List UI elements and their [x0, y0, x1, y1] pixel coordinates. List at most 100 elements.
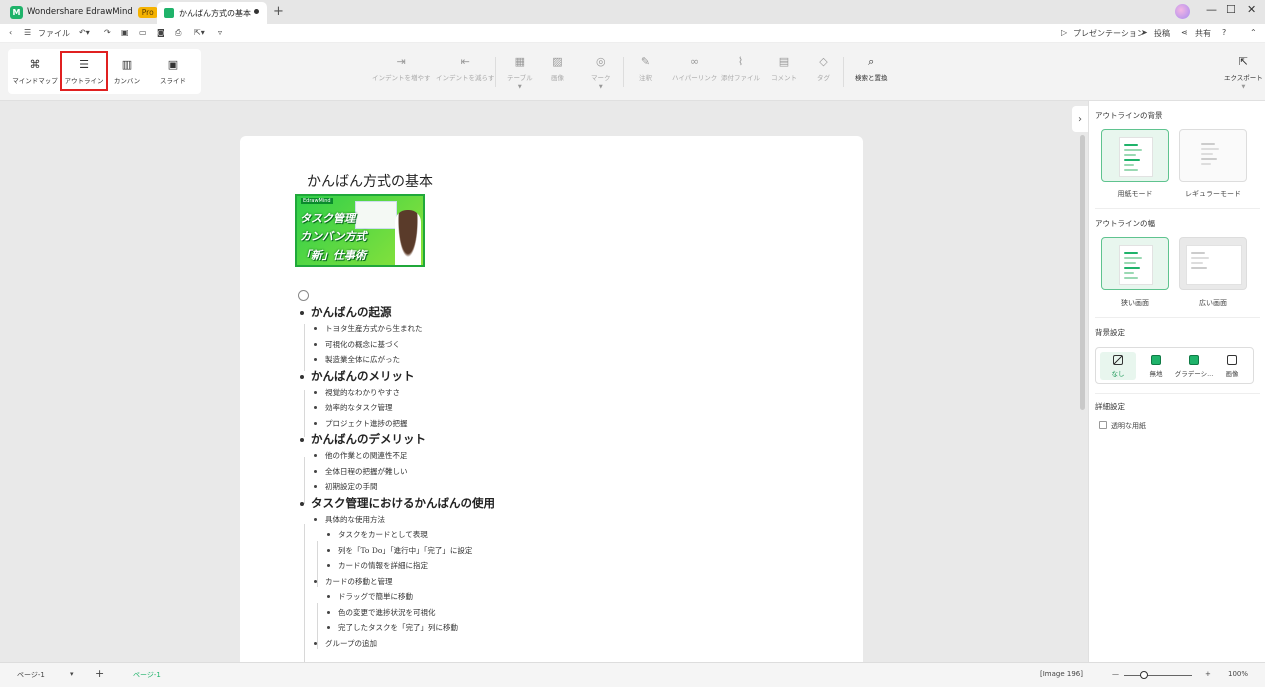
- zoom-slider-track[interactable]: [1124, 675, 1192, 676]
- paper-mode-card[interactable]: [1101, 129, 1169, 182]
- close-button[interactable]: ✕: [1247, 3, 1256, 16]
- hamburger-icon[interactable]: ☰: [24, 28, 31, 37]
- outline-subtopic[interactable]: 効率的なタスク管理: [298, 400, 818, 416]
- image-button[interactable]: ▨ 画像: [551, 55, 564, 82]
- export-button[interactable]: ⇱ エクスポート ▼: [1224, 55, 1263, 90]
- outline-subtopic-item[interactable]: 完了したタスクを「完了」列に移動: [298, 620, 818, 636]
- outline-background-title: アウトラインの背景: [1095, 111, 1163, 120]
- tag-label: タグ: [817, 74, 830, 82]
- open-folder-icon[interactable]: ▭: [139, 28, 147, 37]
- tag-button[interactable]: ◇ タグ: [817, 55, 830, 82]
- outline-subtopic[interactable]: 他の作業との関連性不足: [298, 448, 818, 464]
- outline-topic[interactable]: かんばんのデメリット: [298, 431, 818, 448]
- presentation-icon[interactable]: ▷: [1061, 28, 1067, 37]
- print-icon[interactable]: ⎙: [175, 28, 181, 38]
- publish-icon[interactable]: ➤: [1141, 28, 1148, 37]
- canvas-scrollbar[interactable]: [1080, 135, 1085, 410]
- redo-icon[interactable]: ↷: [104, 28, 111, 37]
- save-icon[interactable]: ◙: [157, 28, 165, 37]
- unsaved-dot-icon[interactable]: [254, 9, 259, 14]
- document-tab-icon: [164, 8, 174, 18]
- find-replace-button[interactable]: ⌕ 検索と置換: [855, 55, 888, 82]
- outline-subtopic[interactable]: カードの移動と管理: [298, 574, 818, 590]
- page-select[interactable]: ページ-1: [17, 670, 45, 680]
- outline-subtopic[interactable]: 可視化の概念に基づく: [298, 337, 818, 353]
- mark-button[interactable]: ◎ マーク ▼: [591, 55, 611, 90]
- collapse-panel-button[interactable]: ›: [1072, 106, 1088, 132]
- outline-subtopic[interactable]: 初期設定の手間: [298, 479, 818, 495]
- document-title[interactable]: かんばん方式の基本: [307, 171, 433, 191]
- regular-mode-label: レギュラーモード: [1185, 190, 1241, 198]
- pro-badge[interactable]: Pro: [137, 6, 158, 18]
- undo-icon[interactable]: ↶▾: [79, 28, 90, 37]
- new-file-icon[interactable]: ▣: [121, 28, 129, 37]
- outline-subtopic-item[interactable]: タスクをカードとして表現: [298, 527, 818, 543]
- banner-image[interactable]: EdrawMind タスク管理 カンバン方式 「新」仕事術: [295, 194, 425, 267]
- transparent-paper-checkbox[interactable]: [1099, 421, 1107, 429]
- narrow-width-card[interactable]: [1101, 237, 1169, 290]
- outline-subtopic-item[interactable]: カードの情報を詳細に指定: [298, 558, 818, 574]
- mark-icon: ◎: [595, 55, 606, 68]
- minimize-button[interactable]: —: [1206, 3, 1217, 16]
- file-menu[interactable]: ファイル: [38, 28, 70, 39]
- outline-subtopic-item[interactable]: 色の変更で進捗状況を可視化: [298, 605, 818, 621]
- outline-topic[interactable]: タスク管理におけるかんばんの使用: [298, 495, 818, 512]
- outline-topic[interactable]: かんばんのメリット: [298, 368, 818, 385]
- comment-button[interactable]: ▤ コメント: [771, 55, 797, 82]
- outline-subtopic[interactable]: プロジェクト進捗の把握: [298, 416, 818, 432]
- bg-image-label: 画像: [1225, 370, 1239, 378]
- outline-topic[interactable]: かんばんの起源: [298, 304, 818, 321]
- outline-subtopic[interactable]: 製造業全体に広がった: [298, 352, 818, 368]
- attachment-button[interactable]: ⌇ 添付ファイル: [721, 55, 760, 82]
- view-outline-button[interactable]: ☰ アウトライン: [60, 51, 108, 91]
- bg-none-label: なし: [1111, 370, 1125, 378]
- wide-width-card[interactable]: [1179, 237, 1247, 290]
- outline-subtopic-item[interactable]: ドラッグで簡単に移動: [298, 589, 818, 605]
- back-icon[interactable]: ‹: [9, 28, 12, 37]
- regular-mode-card[interactable]: [1179, 129, 1247, 182]
- share-icon[interactable]: ⋖: [1181, 28, 1188, 37]
- chevron-down-icon[interactable]: ▾: [70, 670, 74, 678]
- maximize-button[interactable]: ☐: [1226, 3, 1236, 16]
- outline-subtopic-item[interactable]: 列を「To Do」「進行中」「完了」に設定: [298, 543, 818, 559]
- help-button[interactable]: ?: [1222, 28, 1226, 37]
- add-page-button[interactable]: +: [95, 667, 104, 680]
- bg-none-option[interactable]: なし: [1100, 352, 1136, 380]
- view-slide-button[interactable]: ▣ スライド: [149, 51, 197, 91]
- title-bar: M Wondershare EdrawMind Pro かんばん方式の基本 + …: [0, 0, 1265, 24]
- indent-decrease-button[interactable]: ⇤ インデントを減らす: [436, 55, 494, 82]
- sticker-icon[interactable]: [298, 290, 309, 301]
- view-mindmap-button[interactable]: ⌘ マインドマップ: [11, 51, 59, 91]
- zoom-slider-handle[interactable]: [1140, 671, 1148, 679]
- panel-divider: [1095, 208, 1260, 209]
- note-button[interactable]: ✎ 注釈: [639, 55, 652, 82]
- outline-subtopic[interactable]: 具体的な使用方法: [298, 512, 818, 528]
- more-chevron-icon[interactable]: ▿: [218, 28, 222, 37]
- table-button[interactable]: ▦ テーブル ▼: [507, 55, 533, 90]
- presentation-menu[interactable]: プレゼンテーション: [1073, 28, 1145, 39]
- outline-subtopic[interactable]: 視覚的なわかりやすさ: [298, 385, 818, 401]
- mindmap-icon: ⌘: [29, 57, 41, 71]
- outline-subtopic[interactable]: 全体日程の把握が難しい: [298, 464, 818, 480]
- new-tab-button[interactable]: +: [273, 4, 284, 19]
- bg-solid-option[interactable]: 無地: [1138, 352, 1174, 380]
- zoom-level[interactable]: 100%: [1228, 670, 1248, 678]
- zoom-out-button[interactable]: —: [1112, 670, 1119, 678]
- bg-settings-title: 背景設定: [1095, 328, 1125, 337]
- document-tab[interactable]: かんばん方式の基本: [157, 2, 267, 24]
- page-tab-active[interactable]: ページ-1: [133, 670, 161, 680]
- avatar[interactable]: [1175, 4, 1190, 19]
- publish-menu[interactable]: 投稿: [1154, 28, 1170, 39]
- export-quick-icon[interactable]: ⇱▾: [194, 28, 205, 37]
- outline-subtopic[interactable]: トヨタ生産方式から生まれた: [298, 321, 818, 337]
- outline-subtopic[interactable]: グループの追加: [298, 636, 818, 652]
- bg-gradient-option[interactable]: グラデーシ...: [1175, 352, 1213, 380]
- bg-image-option[interactable]: 画像: [1214, 352, 1250, 380]
- share-menu[interactable]: 共有: [1195, 28, 1211, 39]
- hyperlink-button[interactable]: ∞ ハイパーリンク: [672, 55, 717, 82]
- indent-decrease-icon: ⇤: [460, 55, 470, 68]
- collapse-ribbon-icon[interactable]: ⌃: [1250, 28, 1257, 37]
- zoom-in-button[interactable]: +: [1205, 670, 1211, 678]
- indent-increase-button[interactable]: ⇥ インデントを増やす: [372, 55, 431, 82]
- view-kanban-button[interactable]: ▥ カンバン: [103, 51, 151, 91]
